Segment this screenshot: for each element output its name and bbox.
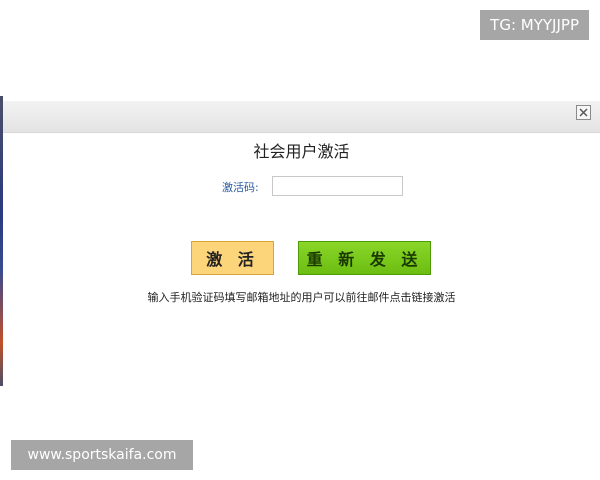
dialog-title: 社会用户激活 (253, 142, 350, 161)
dialog-titlebar (3, 101, 600, 133)
activation-dialog: 社会用户激活 激活码: 激 活 重 新 发 送 输入手机验证码填写邮箱地址的用户… (3, 96, 600, 386)
close-button[interactable] (576, 105, 591, 120)
activation-code-input[interactable] (272, 176, 403, 196)
tg-badge: TG: MYYJJPP (480, 10, 589, 40)
activate-button[interactable]: 激 活 (191, 241, 274, 275)
close-icon (579, 108, 588, 117)
activation-code-label: 激活码: (222, 181, 259, 194)
resend-button[interactable]: 重 新 发 送 (298, 241, 431, 275)
site-watermark: www.sportskaifa.com (11, 440, 193, 470)
activation-hint: 输入手机验证码填写邮箱地址的用户可以前往邮件点击链接激活 (147, 291, 456, 304)
